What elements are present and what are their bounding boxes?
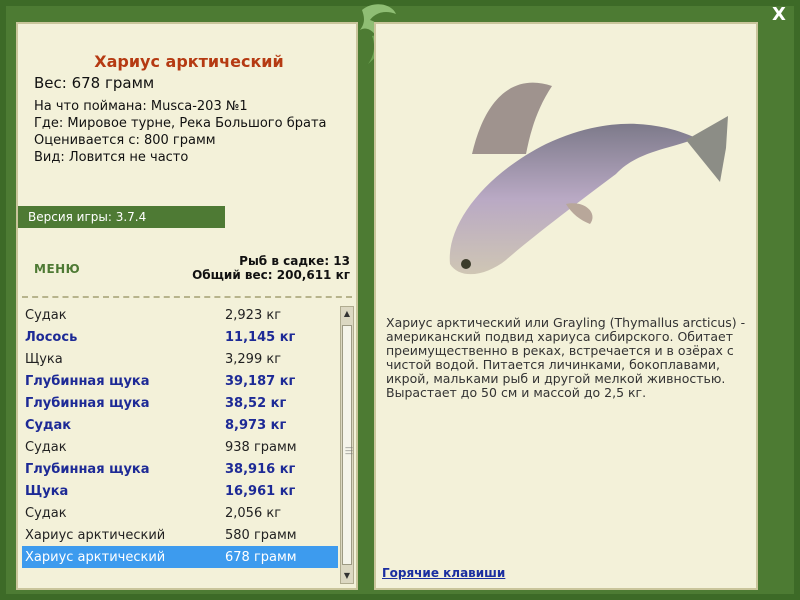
list-item[interactable]: Хариус арктический 580 грамм [22,524,338,546]
value-info: Оценивается с: 800 грамм [34,133,216,148]
list-item[interactable]: Хариус арктический 678 грамм [22,546,338,568]
catch-list-scrollbar[interactable]: ▲ — — — ▼ [340,306,354,584]
catch-fish-weight: 678 грамм [225,549,297,565]
list-item[interactable]: Щука 3,299 кг [22,348,338,370]
catch-fish-weight: 938 грамм [225,439,297,455]
list-item[interactable]: Глубинная щука 39,187 кг [22,370,338,392]
total-weight: Общий вес: 200,611 кг [192,268,350,282]
list-item[interactable]: Лосось 11,145 кг [22,326,338,348]
catch-fish-name: Хариус арктический [25,549,166,565]
catch-fish-weight: 39,187 кг [225,373,296,389]
list-item[interactable]: Судак 8,973 кг [22,414,338,436]
hotkeys-link[interactable]: Горячие клавиши [382,566,505,580]
menu-button[interactable]: МЕНЮ [34,262,80,276]
list-item[interactable]: Щука 16,961 кг [22,480,338,502]
list-item[interactable]: Судак 2,923 кг [22,304,338,326]
catch-fish-weight: 2,056 кг [225,505,282,521]
scroll-down-icon[interactable]: ▼ [341,569,353,583]
kind-info: Вид: Ловится не часто [34,150,189,165]
catch-fish-name: Щука [25,483,69,499]
game-version: Версия игры: 3.7.4 [18,206,225,228]
catch-fish-weight: 8,973 кг [225,417,287,433]
catch-fish-name: Судак [25,417,72,433]
divider [22,296,352,298]
catch-fish-weight: 580 грамм [225,527,297,543]
catch-fish-weight: 3,299 кг [225,351,282,367]
catch-fish-weight: 38,916 кг [225,461,296,477]
fish-description: Хариус арктический или Grayling (Thymall… [386,315,746,400]
scroll-thumb[interactable]: — — — [342,325,353,565]
catch-fish-weight: 2,923 кг [225,307,282,323]
fish-info-panel: Хариус арктический Вес: 678 грамм На что… [16,22,358,590]
fish-weight: Вес: 678 грамм [34,74,155,92]
grip-icon: — — — [345,443,353,458]
catch-fish-weight: 11,145 кг [225,329,296,345]
fish-image-panel: Хариус арктический или Grayling (Thymall… [374,22,758,590]
fish-count: Рыб в садке: 13 [239,254,350,268]
catch-fish-name: Глубинная щука [25,461,150,477]
catch-fish-name: Щука [25,351,63,367]
catch-fish-name: Глубинная щука [25,373,150,389]
place-info: Где: Мировое турне, Река Большого брата [34,116,327,131]
catch-fish-name: Судак [25,307,67,323]
close-button[interactable]: X [772,4,786,25]
catch-fish-name: Судак [25,439,67,455]
list-item[interactable]: Судак 938 грамм [22,436,338,458]
catch-fish-weight: 16,961 кг [225,483,296,499]
catch-fish-name: Хариус арктический [25,527,166,543]
bait-info: На что поймана: Musca-203 №1 [34,99,248,114]
keepnet-stats: Рыб в садке: 13 Общий вес: 200,611 кг [192,254,350,282]
grayling-fish-image [449,82,728,275]
catch-list: Судак 2,923 кг Лосось 11,145 кг Щука 3,299 кг… [22,304,338,588]
list-item[interactable]: Глубинная щука 38,52 кг [22,392,338,414]
catch-fish-name: Лосось [25,329,78,345]
fish-title: Хариус арктический [94,52,284,71]
fish-details: На что поймана: Musca-203 №1 Где: Мирово… [34,98,327,166]
catch-fish-name: Глубинная щука [25,395,150,411]
scroll-up-icon[interactable]: ▲ [341,307,353,321]
catch-fish-name: Судак [25,505,67,521]
list-item[interactable]: Судак 2,056 кг [22,502,338,524]
list-item[interactable]: Глубинная щука 38,916 кг [22,458,338,480]
catch-fish-weight: 38,52 кг [225,395,287,411]
